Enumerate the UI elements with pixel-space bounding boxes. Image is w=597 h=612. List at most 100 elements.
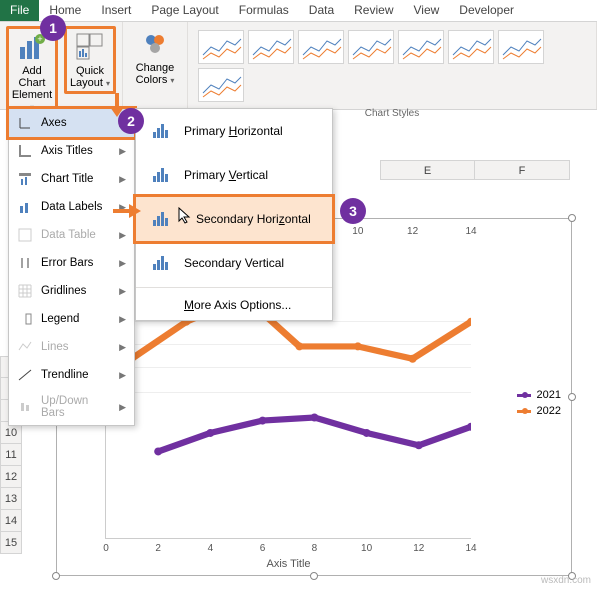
add-chart-element-label: Add Chart Element: [12, 65, 52, 101]
menu-item-label: Axes: [41, 117, 111, 129]
submenu-arrow-icon: ▶: [119, 174, 126, 185]
chart-style-thumb[interactable]: [248, 30, 294, 64]
tab-data[interactable]: Data: [299, 0, 344, 21]
ribbon-tabs: File Home Insert Page Layout Formulas Da…: [0, 0, 597, 22]
menu-item-gridlines[interactable]: Gridlines ▶: [9, 277, 134, 305]
submenu-secondary-horizontal[interactable]: Secondary Horizontal: [133, 194, 335, 244]
cursor-icon: [178, 207, 192, 225]
x-tick-label: 12: [413, 543, 424, 554]
primary-horizontal-icon: [146, 119, 174, 143]
menu-item-label: Legend: [41, 313, 111, 325]
tab-view[interactable]: View: [404, 0, 450, 21]
annotation-arrow-right-icon: [113, 202, 141, 220]
menu-item-error-bars[interactable]: Error Bars ▶: [9, 249, 134, 277]
change-colors-label: Change Colors: [136, 62, 175, 86]
legend-swatch-icon: [517, 394, 531, 397]
menu-separator: [136, 287, 332, 288]
x-axis-title[interactable]: Axis Title: [266, 558, 310, 570]
change-colors-button[interactable]: Change Colors ▾: [129, 26, 181, 88]
lines-icon: [17, 339, 33, 355]
menu-item-label: Error Bars: [41, 257, 111, 269]
x-tick-label: 14: [465, 543, 476, 554]
menu-item-label: Data Table: [41, 229, 111, 241]
submenu-primary-horizontal[interactable]: Primary Horizontal: [136, 109, 332, 153]
submenu-label: Secondary Vertical: [184, 256, 322, 270]
column-header[interactable]: E: [380, 160, 475, 180]
submenu-label: Primary Horizontal: [184, 124, 322, 138]
tab-formulas[interactable]: Formulas: [229, 0, 299, 21]
step-badge-1: 1: [40, 15, 66, 41]
x-tick-label: 8: [312, 543, 318, 554]
chart-style-thumb[interactable]: [398, 30, 444, 64]
submenu-arrow-icon: ▶: [119, 342, 126, 353]
menu-item-label: Data Labels: [41, 201, 111, 213]
legend-item-2022[interactable]: 2022: [517, 405, 561, 417]
row-header[interactable]: 12: [0, 466, 22, 488]
quick-layout-icon: [74, 31, 106, 63]
secondary-vertical-icon: [146, 251, 174, 275]
secondary-horizontal-icon: [146, 207, 174, 231]
menu-item-data-table: Data Table ▶: [9, 221, 134, 249]
tab-review[interactable]: Review: [344, 0, 403, 21]
menu-item-trendline[interactable]: Trendline ▶: [9, 361, 134, 389]
submenu-arrow-icon: ▶: [119, 230, 126, 241]
chart-style-thumb[interactable]: [348, 30, 394, 64]
chart-style-thumb[interactable]: [198, 30, 244, 64]
submenu-label: Secondary Horizontal: [196, 212, 322, 226]
menu-item-chart-title[interactable]: Chart Title ▶: [9, 165, 134, 193]
updown-bars-icon: [17, 399, 33, 415]
menu-item-label: Gridlines: [41, 285, 111, 297]
submenu-arrow-icon: ▶: [119, 146, 126, 157]
column-header[interactable]: F: [475, 160, 570, 180]
menu-item-label: Up/Down Bars: [41, 395, 111, 419]
chart-style-thumb[interactable]: [198, 68, 244, 102]
error-bars-icon: [17, 255, 33, 271]
submenu-arrow-icon: ▶: [119, 286, 126, 297]
step-badge-3: 3: [340, 198, 366, 224]
quick-layout-button[interactable]: Quick Layout ▾: [64, 26, 116, 94]
dropdown-arrow-icon: ▾: [106, 79, 110, 88]
x-tick-label: 2: [155, 543, 161, 554]
axes-submenu: Primary Horizontal Primary Vertical Seco…: [135, 108, 333, 321]
primary-vertical-icon: [146, 163, 174, 187]
row-header[interactable]: 15: [0, 532, 22, 554]
submenu-label: Primary Vertical: [184, 168, 322, 182]
chart-style-thumb[interactable]: [448, 30, 494, 64]
submenu-arrow-icon: ▶: [119, 402, 126, 413]
chart-style-thumb[interactable]: [298, 30, 344, 64]
menu-item-label: Trendline: [41, 369, 111, 381]
tab-file[interactable]: File: [0, 0, 39, 21]
submenu-more-axis-options[interactable]: More Axis Options...: [136, 290, 332, 320]
group-chart-styles: Chart Styles: [188, 22, 597, 109]
chart-legend[interactable]: 2021 2022: [517, 389, 561, 421]
dropdown-arrow-icon: ▾: [170, 76, 174, 85]
legend-icon: [17, 311, 33, 327]
chart-title-icon: [17, 171, 33, 187]
menu-item-axis-titles[interactable]: Axis Titles ▶: [9, 137, 134, 165]
submenu-primary-vertical[interactable]: Primary Vertical: [136, 153, 332, 197]
menu-item-legend[interactable]: Legend ▶: [9, 305, 134, 333]
quick-layout-label: Quick Layout: [70, 65, 104, 89]
menu-item-label: Axis Titles: [41, 145, 111, 157]
tab-developer[interactable]: Developer: [449, 0, 524, 21]
legend-item-2021[interactable]: 2021: [517, 389, 561, 401]
tab-insert[interactable]: Insert: [91, 0, 141, 21]
legend-swatch-icon: [517, 410, 531, 413]
tab-page-layout[interactable]: Page Layout: [141, 0, 228, 21]
chart-style-thumb[interactable]: [498, 30, 544, 64]
submenu-secondary-vertical[interactable]: Secondary Vertical: [136, 241, 332, 285]
submenu-arrow-icon: ▶: [119, 370, 126, 381]
trendline-icon: [17, 367, 33, 383]
row-header[interactable]: 13: [0, 488, 22, 510]
row-header[interactable]: 14: [0, 510, 22, 532]
menu-item-label: Chart Title: [41, 173, 111, 185]
step-badge-2: 2: [118, 108, 144, 134]
axes-icon: [17, 115, 33, 131]
add-chart-element-menu: Axes ▶ Axis Titles ▶ Chart Title ▶ Data …: [8, 108, 135, 426]
legend-label: 2021: [537, 389, 561, 401]
data-table-icon: [17, 227, 33, 243]
row-header[interactable]: 11: [0, 444, 22, 466]
x-tick-label: 10: [361, 543, 372, 554]
legend-label: 2022: [537, 405, 561, 417]
change-colors-icon: [139, 28, 171, 60]
